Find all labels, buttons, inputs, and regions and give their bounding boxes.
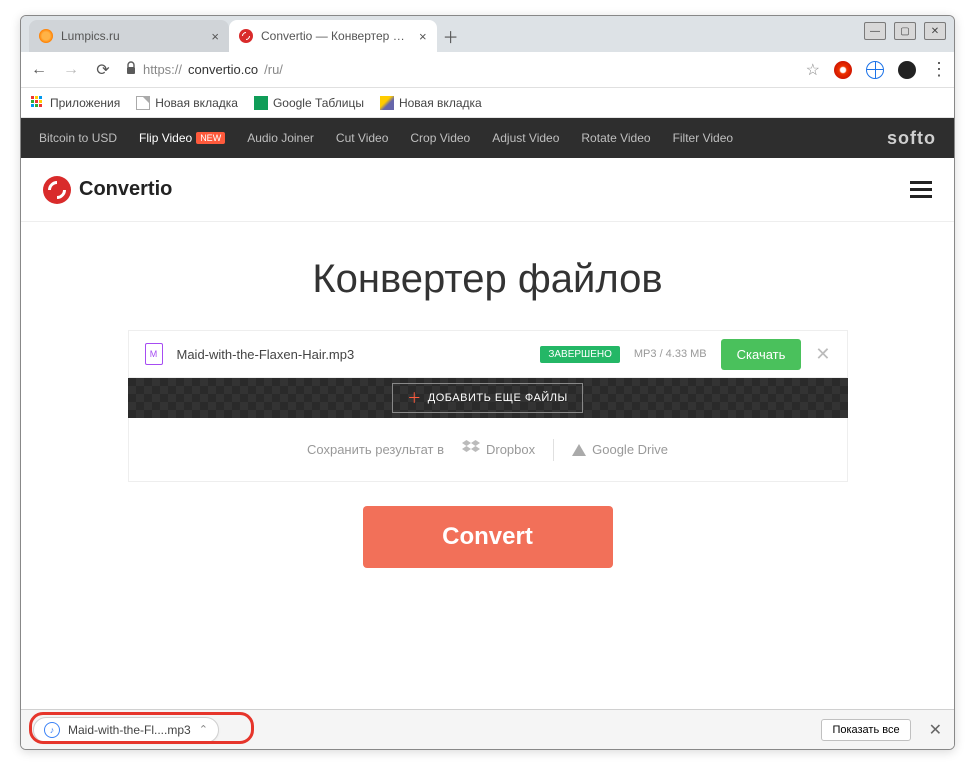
gdrive-icon xyxy=(572,444,586,456)
downloads-bar: ♪ Maid-with-the-Fl....mp3 ⌃ Показать все… xyxy=(21,709,954,749)
download-button[interactable]: Скачать xyxy=(721,339,802,370)
sheets-icon xyxy=(254,96,268,110)
url-path: /ru/ xyxy=(264,62,283,77)
remove-file-button[interactable]: ✕ xyxy=(815,344,830,365)
document-icon xyxy=(136,96,150,110)
tab-label: Lumpics.ru xyxy=(61,29,120,43)
save-gdrive[interactable]: Google Drive xyxy=(572,442,668,457)
minimize-button[interactable]: — xyxy=(864,22,886,40)
file-row: M Maid-with-the-Flaxen-Hair.mp3 ЗАВЕРШЕН… xyxy=(128,330,848,378)
convertio-logo-text: Convertio xyxy=(79,178,172,201)
file-type-icon: M xyxy=(145,343,163,365)
nav-flip-video[interactable]: Flip Video NEW xyxy=(139,131,225,145)
nav-bitcoin[interactable]: Bitcoin to USD xyxy=(39,131,117,145)
profile-avatar[interactable] xyxy=(898,61,916,79)
site-header: Convertio xyxy=(21,158,954,222)
tab-convertio[interactable]: Convertio — Конвертер файлов × xyxy=(229,20,437,52)
lock-icon xyxy=(125,61,137,78)
status-badge: ЗАВЕРШЕНО xyxy=(540,346,620,363)
bookmark-item[interactable]: Новая вкладка xyxy=(380,96,482,110)
download-filename: Maid-with-the-Fl....mp3 xyxy=(68,723,191,737)
bookmark-item[interactable]: Новая вкладка xyxy=(136,96,238,110)
menu-button[interactable] xyxy=(910,181,932,198)
convertio-logo-icon xyxy=(43,176,71,204)
download-caret-icon[interactable]: ⌃ xyxy=(199,723,208,736)
url-field[interactable]: https:// convertio.co/ru/ xyxy=(125,61,794,78)
extension-globe-icon[interactable] xyxy=(866,61,884,79)
chrome-menu-button[interactable]: ⋮ xyxy=(930,59,946,80)
tab-close-icon[interactable]: × xyxy=(419,29,427,44)
nav-crop-video[interactable]: Crop Video xyxy=(410,131,470,145)
convertio-logo[interactable]: Convertio xyxy=(43,176,172,204)
new-tab-button[interactable]: ＋ xyxy=(437,20,465,52)
close-window-button[interactable]: ✕ xyxy=(924,22,946,40)
titlebar: Lumpics.ru × Convertio — Конвертер файло… xyxy=(21,16,954,52)
page-title: Конвертер файлов xyxy=(312,257,662,302)
save-dropbox[interactable]: Dropbox xyxy=(462,440,535,459)
dropbox-icon xyxy=(462,440,480,459)
url-protocol: https:// xyxy=(143,62,182,77)
softo-logo: softo xyxy=(887,128,936,149)
main-content: Конвертер файлов M Maid-with-the-Flaxen-… xyxy=(21,222,954,749)
convert-button[interactable]: Convert xyxy=(363,506,613,568)
toolbar-right: ☆ ⋮ xyxy=(806,59,946,80)
add-more-files-button[interactable]: ＋ ДОБАВИТЬ ЕЩЕ ФАЙЛЫ xyxy=(392,383,582,413)
address-bar: ← → ⟳ https:// convertio.co/ru/ ☆ ⋮ xyxy=(21,52,954,88)
divider xyxy=(553,439,554,461)
apps-label: Приложения xyxy=(50,96,120,110)
file-meta: MP3 / 4.33 MB xyxy=(634,348,707,360)
bookmarks-bar: Приложения Новая вкладка Google Таблицы … xyxy=(21,88,954,118)
tab-close-icon[interactable]: × xyxy=(211,29,219,44)
show-all-downloads-button[interactable]: Показать все xyxy=(821,719,910,741)
nav-cut-video[interactable]: Cut Video xyxy=(336,131,388,145)
file-name: Maid-with-the-Flaxen-Hair.mp3 xyxy=(177,347,527,362)
reload-button[interactable]: ⟳ xyxy=(93,60,113,80)
nav-audio-joiner[interactable]: Audio Joiner xyxy=(247,131,314,145)
extension-opera-icon[interactable] xyxy=(834,61,852,79)
favicon-convertio xyxy=(239,29,253,43)
maximize-button[interactable]: ▢ xyxy=(894,22,916,40)
nav-filter-video[interactable]: Filter Video xyxy=(673,131,733,145)
bookmark-star-icon[interactable]: ☆ xyxy=(806,60,820,80)
image-icon xyxy=(380,96,394,110)
nav-rotate-video[interactable]: Rotate Video xyxy=(581,131,650,145)
tab-label: Convertio — Конвертер файлов xyxy=(261,29,411,43)
close-downloads-bar[interactable]: ✕ xyxy=(929,720,942,740)
window-controls: — ▢ ✕ xyxy=(864,22,946,40)
forward-button[interactable]: → xyxy=(61,61,81,79)
tab-strip: Lumpics.ru × Convertio — Конвертер файло… xyxy=(29,20,465,52)
save-prefix: Сохранить результат в xyxy=(307,442,444,457)
new-badge: NEW xyxy=(196,132,225,144)
site-topnav: Bitcoin to USD Flip Video NEW Audio Join… xyxy=(21,118,954,158)
save-row: Сохранить результат в Dropbox Google Dri… xyxy=(128,418,848,482)
audio-file-icon: ♪ xyxy=(44,722,60,738)
plus-icon: ＋ xyxy=(407,388,422,408)
browser-window: Lumpics.ru × Convertio — Конвертер файло… xyxy=(20,15,955,750)
url-host: convertio.co xyxy=(188,62,258,77)
add-files-bar: ＋ ДОБАВИТЬ ЕЩЕ ФАЙЛЫ xyxy=(128,378,848,418)
tab-lumpics[interactable]: Lumpics.ru × xyxy=(29,20,229,52)
apps-button[interactable]: Приложения xyxy=(31,96,120,110)
apps-icon xyxy=(31,96,45,110)
back-button[interactable]: ← xyxy=(29,61,49,79)
bookmark-item[interactable]: Google Таблицы xyxy=(254,96,364,110)
files-panel: M Maid-with-the-Flaxen-Hair.mp3 ЗАВЕРШЕН… xyxy=(128,330,848,482)
download-item[interactable]: ♪ Maid-with-the-Fl....mp3 ⌃ xyxy=(33,717,219,743)
favicon-lumpics xyxy=(39,29,53,43)
nav-adjust-video[interactable]: Adjust Video xyxy=(492,131,559,145)
